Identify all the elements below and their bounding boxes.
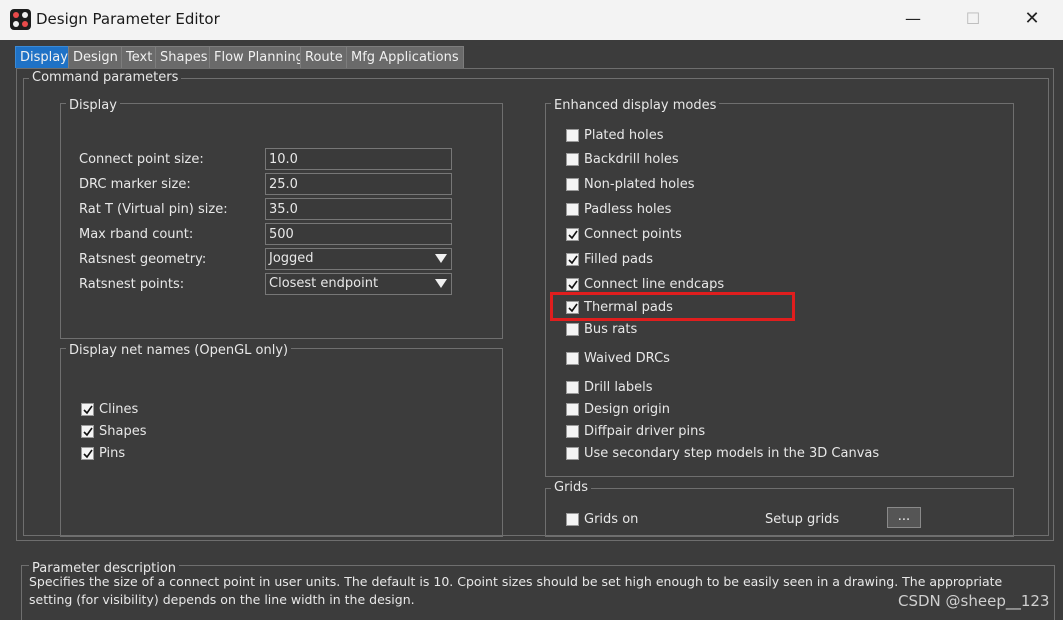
grids-on-checkbox[interactable] <box>566 513 579 526</box>
design-origin-label: Design origin <box>584 402 671 417</box>
diffpair-driver-pins-checkbox[interactable] <box>566 425 579 438</box>
drill-labels-label: Drill labels <box>584 380 653 395</box>
setup-grids-button[interactable]: ... <box>887 507 921 528</box>
chevron-down-icon <box>435 279 447 288</box>
chevron-down-icon <box>435 254 447 263</box>
plated-holes-label: Plated holes <box>584 128 664 143</box>
enhanced-display-group-legend: Enhanced display modes <box>551 98 720 113</box>
pins-checkbox[interactable] <box>81 447 94 460</box>
parameter-description-text: Specifies the size of a connect point in… <box>29 574 1003 607</box>
filled-pads-checkbox[interactable] <box>566 253 579 266</box>
tab-display[interactable]: Display <box>15 46 73 68</box>
connect-line-endcaps-label: Connect line endcaps <box>584 277 725 292</box>
setup-grids-label: Setup grids <box>765 512 840 527</box>
ratsnest-geometry-label: Ratsnest geometry: <box>79 252 207 267</box>
waived-drcs-checkbox[interactable] <box>566 352 579 365</box>
watermark: CSDN @sheep__123 <box>898 592 1050 610</box>
connect-point-size-input[interactable] <box>265 148 452 170</box>
grids-on-label: Grids on <box>584 512 639 527</box>
highlight-box <box>550 292 795 321</box>
drc-marker-size-label: DRC marker size: <box>79 177 191 192</box>
plated-holes-checkbox[interactable] <box>566 129 579 142</box>
drc-marker-size-input[interactable] <box>265 173 452 195</box>
tab-flow-planning[interactable]: Flow Planning <box>209 46 309 68</box>
net-names-group-legend: Display net names (OpenGL only) <box>66 343 292 358</box>
ratsnest-points-value: Closest endpoint <box>269 276 379 291</box>
secondary-step-models-label: Use secondary step models in the 3D Canv… <box>584 446 880 461</box>
drill-labels-checkbox[interactable] <box>566 381 579 394</box>
tab-design[interactable]: Design <box>68 46 123 68</box>
rat-t-size-label: Rat T (Virtual pin) size: <box>79 202 228 217</box>
waived-drcs-label: Waived DRCs <box>584 351 670 366</box>
shapes-label: Shapes <box>99 424 147 439</box>
close-icon[interactable]: ✕ <box>1002 0 1062 40</box>
tab-mfg-applications[interactable]: Mfg Applications <box>346 46 464 68</box>
padless-holes-checkbox[interactable] <box>566 203 579 216</box>
non-plated-holes-checkbox[interactable] <box>566 178 579 191</box>
ratsnest-points-select[interactable]: Closest endpoint <box>265 273 452 295</box>
backdrill-holes-label: Backdrill holes <box>584 152 679 167</box>
connect-points-checkbox[interactable] <box>566 228 579 241</box>
clines-checkbox[interactable] <box>81 403 94 416</box>
display-group-frame <box>60 103 503 339</box>
clines-label: Clines <box>99 402 139 417</box>
tab-route[interactable]: Route <box>300 46 348 68</box>
pins-label: Pins <box>99 446 126 461</box>
rat-t-size-input[interactable] <box>265 198 452 220</box>
ratsnest-points-label: Ratsnest points: <box>79 277 185 292</box>
window-title: Design Parameter Editor <box>36 10 220 28</box>
bus-rats-checkbox[interactable] <box>566 323 579 336</box>
filled-pads-label: Filled pads <box>584 252 653 267</box>
grids-group-legend: Grids <box>551 480 592 495</box>
display-group-legend: Display <box>66 98 120 113</box>
app-icon <box>10 9 31 30</box>
ratsnest-geometry-select[interactable]: Jogged <box>265 248 452 270</box>
connect-points-label: Connect points <box>584 227 682 242</box>
design-origin-checkbox[interactable] <box>566 403 579 416</box>
backdrill-holes-checkbox[interactable] <box>566 153 579 166</box>
net-names-group-frame <box>60 348 503 537</box>
maximize-icon[interactable]: ☐ <box>943 0 1003 40</box>
tab-shapes[interactable]: Shapes <box>155 46 213 68</box>
bus-rats-label: Bus rats <box>584 322 638 337</box>
padless-holes-label: Padless holes <box>584 202 672 217</box>
non-plated-holes-label: Non-plated holes <box>584 177 695 192</box>
shapes-checkbox[interactable] <box>81 425 94 438</box>
secondary-step-models-checkbox[interactable] <box>566 447 579 460</box>
diffpair-driver-pins-label: Diffpair driver pins <box>584 424 706 439</box>
title-bar: Design Parameter Editor — ☐ ✕ <box>0 0 1063 40</box>
connect-line-endcaps-checkbox[interactable] <box>566 278 579 291</box>
tab-text[interactable]: Text <box>121 46 158 68</box>
connect-point-size-label: Connect point size: <box>79 152 204 167</box>
max-rband-count-label: Max rband count: <box>79 227 194 242</box>
ratsnest-geometry-value: Jogged <box>269 251 314 266</box>
command-parameters-legend: Command parameters <box>29 70 182 85</box>
minimize-icon[interactable]: — <box>883 0 943 40</box>
max-rband-count-input[interactable] <box>265 223 452 245</box>
